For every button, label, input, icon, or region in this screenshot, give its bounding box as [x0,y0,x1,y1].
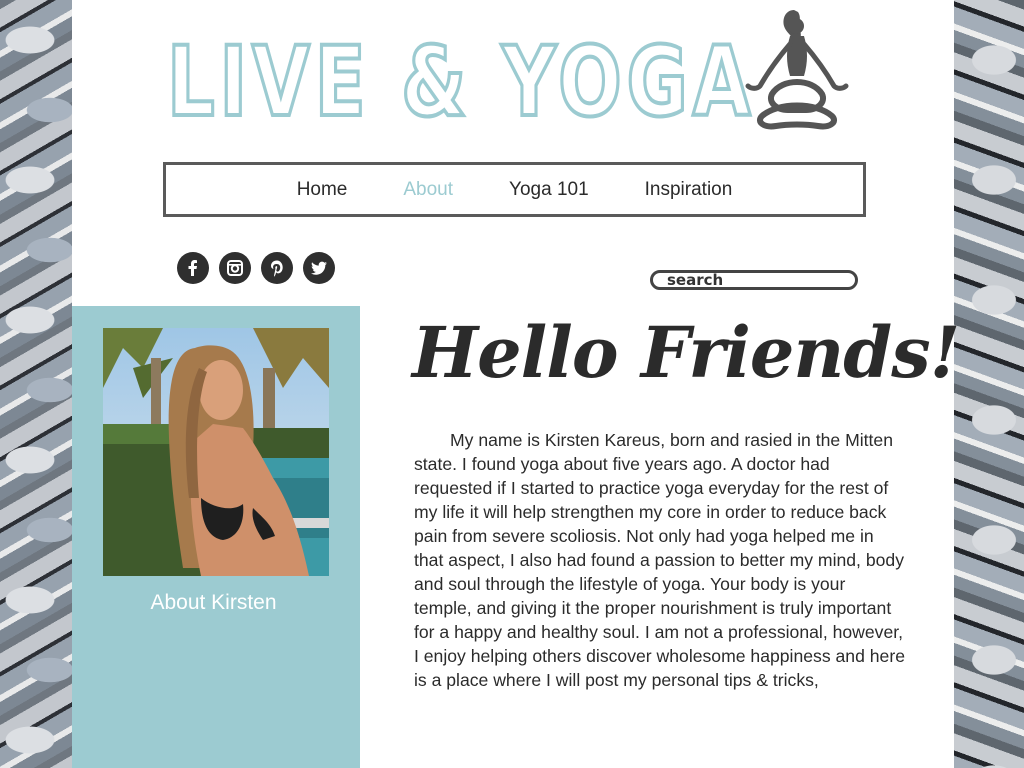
profile-photo [103,328,329,576]
meditating-woman-icon [745,10,849,130]
sidebar: About Kirsten [72,306,360,768]
pinterest-icon[interactable] [261,252,293,284]
about-body-text: My name is Kirsten Kareus, born and rasi… [414,430,905,690]
nav-item-about[interactable]: About [403,179,453,201]
twitter-icon[interactable] [303,252,335,284]
sidebar-caption[interactable]: About Kirsten [72,591,355,615]
site-header: LIVE & YOGA [165,6,857,134]
nav-item-home[interactable]: Home [297,179,348,201]
page-headline: Hello Friends! [412,311,960,394]
facebook-icon[interactable] [177,252,209,284]
search-box [650,270,858,290]
instagram-icon[interactable] [219,252,251,284]
mosaic-border-left [0,0,72,768]
mosaic-border-right [954,0,1024,768]
nav-item-yoga-101[interactable]: Yoga 101 [509,179,589,201]
page-container: LIVE & YOGA Home About Yoga 101 Inspirat… [72,0,960,768]
site-title[interactable]: LIVE & YOGA [165,30,755,134]
search-input[interactable] [659,273,849,287]
nav-item-inspiration[interactable]: Inspiration [645,179,733,201]
social-links [177,252,335,284]
main-nav: Home About Yoga 101 Inspiration [163,162,866,217]
